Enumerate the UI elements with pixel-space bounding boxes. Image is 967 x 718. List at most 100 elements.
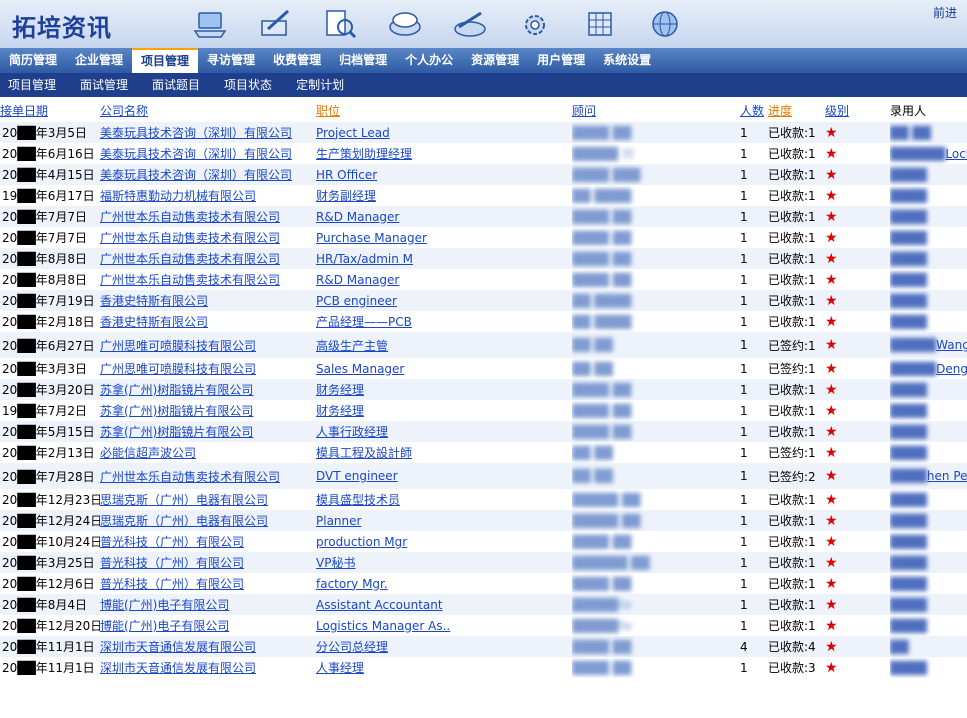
laptop-icon[interactable] [190, 4, 230, 44]
globe-icon[interactable] [645, 4, 685, 44]
hired-name[interactable]: ██ ██ [890, 126, 931, 140]
hired-name-text[interactable]: Locky C [945, 147, 967, 161]
position-link[interactable]: Assistant Accountant [316, 598, 443, 612]
company-link[interactable]: 深圳市天音通信发展有限公司 [100, 661, 256, 675]
hired-name[interactable]: ████ [890, 577, 927, 591]
company-link[interactable]: 美泰玩具技术咨询（深圳）有限公司 [100, 126, 292, 140]
hired-name[interactable]: ████ [890, 446, 927, 460]
col-count[interactable]: 人数 [740, 99, 768, 122]
position-link[interactable]: 财务经理 [316, 383, 364, 397]
company-link[interactable]: 香港史特斯有限公司 [100, 315, 208, 329]
position-link[interactable]: 人事行政经理 [316, 425, 388, 439]
position-link[interactable]: R&D Manager [316, 210, 399, 224]
hired-name[interactable]: ██████ [890, 147, 945, 161]
position-link[interactable]: production Mgr [316, 535, 407, 549]
search-doc-icon[interactable] [320, 4, 360, 44]
nav-item[interactable]: 归档管理 [330, 48, 396, 73]
company-link[interactable]: 博能(广州)电子有限公司 [100, 619, 229, 633]
hired-name[interactable]: ████ [890, 535, 927, 549]
nav-item[interactable]: 系统设置 [594, 48, 660, 73]
hired-name[interactable]: ████ [890, 315, 927, 329]
position-link[interactable]: HR/Tax/admin M [316, 252, 413, 266]
hired-name[interactable]: ████ [890, 493, 927, 507]
position-link[interactable]: 分公司总经理 [316, 640, 388, 654]
company-link[interactable]: 博能(广州)电子有限公司 [100, 598, 229, 612]
company-link[interactable]: 广州世本乐自动售卖技术有限公司 [100, 210, 280, 224]
position-link[interactable]: 生产策划助理经理 [316, 147, 412, 161]
forward-link[interactable]: 前进 [933, 4, 957, 21]
company-link[interactable]: 广州世本乐自动售卖技术有限公司 [100, 252, 280, 266]
hired-name[interactable]: ████ [890, 619, 927, 633]
calculator-icon[interactable] [580, 4, 620, 44]
company-link[interactable]: 普光科技（广州）有限公司 [100, 577, 244, 591]
hired-name[interactable]: ████ [890, 252, 927, 266]
company-link[interactable]: 广州思唯可喷膜科技有限公司 [100, 339, 256, 353]
tools-icon[interactable] [450, 4, 490, 44]
hired-name[interactable]: ████ [890, 273, 927, 287]
position-link[interactable]: PCB engineer [316, 294, 397, 308]
hired-name[interactable]: ██ [890, 640, 908, 654]
position-link[interactable]: Project Lead [316, 126, 390, 140]
position-link[interactable]: 财务副经理 [316, 189, 376, 203]
col-company[interactable]: 公司名称 [100, 99, 316, 122]
position-link[interactable]: Logistics Manager As.. [316, 619, 450, 633]
company-link[interactable]: 广州思唯可喷膜科技有限公司 [100, 362, 256, 376]
hired-name[interactable]: ████ [890, 231, 927, 245]
col-progress[interactable]: 进度 [768, 99, 825, 122]
subnav-item[interactable]: 面试题目 [144, 73, 208, 97]
position-link[interactable]: 模具盛型技术员 [316, 493, 400, 507]
hired-name[interactable]: ████ [890, 404, 927, 418]
hired-name[interactable]: ████ [890, 556, 927, 570]
position-link[interactable]: HR Officer [316, 168, 377, 182]
hired-name[interactable]: ████ [890, 661, 927, 675]
position-link[interactable]: Planner [316, 514, 361, 528]
subnav-item[interactable]: 项目状态 [216, 73, 280, 97]
position-link[interactable]: 高级生产主管 [316, 339, 388, 353]
company-link[interactable]: 苏拿(广州)树脂镜片有限公司 [100, 425, 253, 439]
pen-icon[interactable] [255, 4, 295, 44]
col-date[interactable]: 接单日期 [0, 99, 100, 122]
position-link[interactable]: R&D Manager [316, 273, 399, 287]
position-link[interactable]: 产品经理——PCB [316, 315, 412, 329]
hired-name[interactable]: ████ [890, 514, 927, 528]
subnav-item[interactable]: 项目管理 [0, 73, 64, 97]
nav-item[interactable]: 项目管理 [132, 48, 199, 73]
hired-name[interactable]: ████ [890, 425, 927, 439]
company-link[interactable]: 广州世本乐自动售卖技术有限公司 [100, 273, 280, 287]
hired-name[interactable]: ████ [890, 598, 927, 612]
hired-name[interactable]: ████ [890, 210, 927, 224]
company-link[interactable]: 深圳市天音通信发展有限公司 [100, 640, 256, 654]
position-link[interactable]: 财务经理 [316, 404, 364, 418]
company-link[interactable]: 苏拿(广州)树脂镜片有限公司 [100, 404, 253, 418]
nav-item[interactable]: 简历管理 [0, 48, 66, 73]
gear-icon[interactable] [515, 4, 555, 44]
hired-name-text[interactable]: Deng X [936, 362, 967, 376]
hired-name-text[interactable]: Wang [936, 338, 967, 352]
company-link[interactable]: 广州世本乐自动售卖技术有限公司 [100, 231, 280, 245]
position-link[interactable]: 人事经理 [316, 661, 364, 675]
col-level[interactable]: 级别 [825, 99, 890, 122]
company-link[interactable]: 普光科技（广州）有限公司 [100, 535, 244, 549]
hired-name[interactable]: ████ [890, 383, 927, 397]
col-consultant[interactable]: 顾问 [572, 99, 740, 122]
company-link[interactable]: 普光科技（广州）有限公司 [100, 556, 244, 570]
position-link[interactable]: DVT engineer [316, 469, 398, 483]
nav-item[interactable]: 资源管理 [462, 48, 528, 73]
company-link[interactable]: 美泰玩具技术咨询（深圳）有限公司 [100, 168, 292, 182]
nav-item[interactable]: 寻访管理 [198, 48, 264, 73]
company-link[interactable]: 思瑞克斯（广州）电器有限公司 [100, 493, 268, 507]
company-link[interactable]: 香港史特斯有限公司 [100, 294, 208, 308]
nav-item[interactable]: 企业管理 [66, 48, 132, 73]
company-link[interactable]: 福斯特惠勤动力机械有限公司 [100, 189, 256, 203]
company-link[interactable]: 思瑞克斯（广州）电器有限公司 [100, 514, 268, 528]
hired-name[interactable]: ████ [890, 294, 927, 308]
position-link[interactable]: Purchase Manager [316, 231, 427, 245]
nav-item[interactable]: 收费管理 [264, 48, 330, 73]
col-position[interactable]: 职位 [316, 99, 572, 122]
hired-name[interactable]: ████ [890, 168, 927, 182]
nav-item[interactable]: 个人办公 [396, 48, 462, 73]
hired-name[interactable]: ████ [890, 469, 927, 483]
subnav-item[interactable]: 面试管理 [72, 73, 136, 97]
hired-name[interactable]: ████ [890, 189, 927, 203]
position-link[interactable]: Sales Manager [316, 362, 404, 376]
